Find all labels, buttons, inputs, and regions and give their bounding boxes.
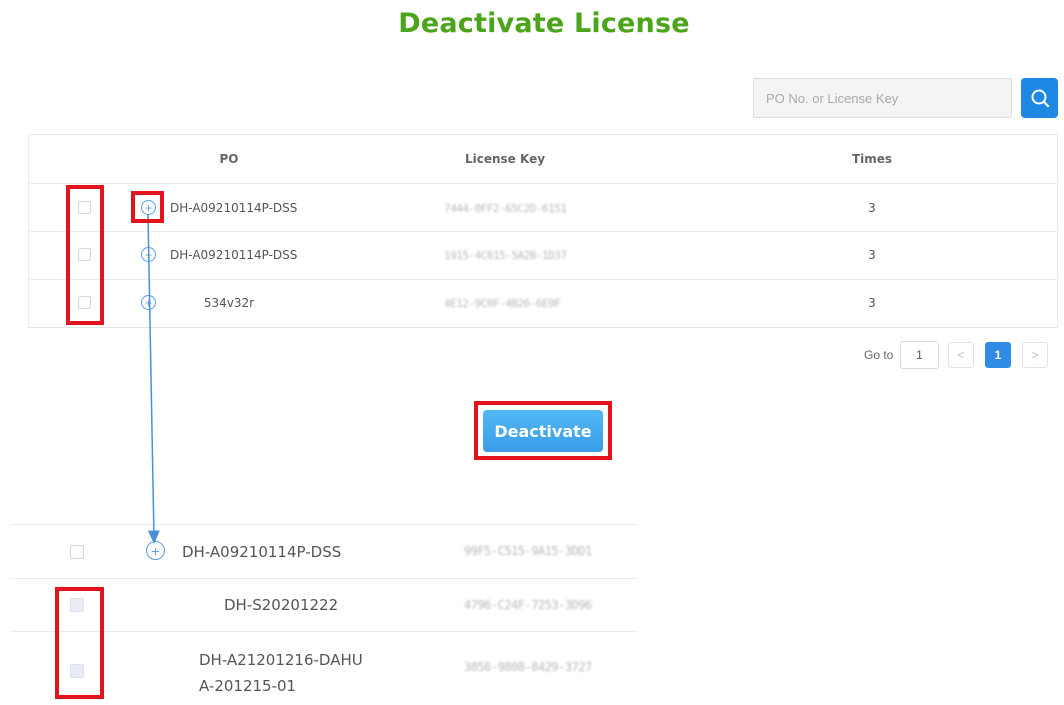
table-cell-times: 3 (868, 296, 876, 310)
goto-page-input[interactable] (900, 341, 939, 369)
highlight-box-deactivate (474, 401, 612, 460)
page-title: Deactivate License (398, 8, 690, 39)
next-page-button[interactable]: > (1022, 342, 1048, 368)
table-divider (28, 183, 1058, 184)
table-cell-license-key: 1915-4C615-5A2B-1D37 (444, 249, 567, 262)
table-cell-times: 3 (868, 248, 876, 262)
table-cell-times: 3 (868, 201, 876, 215)
zoom-cell-po: DH-A21201216-DAHU A-201215-01 (199, 647, 363, 699)
table-cell-license-key: 7444-0FF2-65C2D-6151 (444, 202, 567, 215)
search-input[interactable] (753, 78, 1012, 118)
zoom-cell-license-key: 4796-C24F-7253-3D96 (464, 598, 592, 612)
highlight-box-checkboxes (66, 185, 104, 325)
table-cell-po: DH-A09210114P-DSS (170, 248, 298, 262)
expand-icon[interactable]: + (141, 247, 156, 262)
expand-icon[interactable]: + (146, 541, 165, 560)
search-icon (1031, 89, 1049, 108)
expand-icon[interactable]: + (141, 295, 156, 310)
highlight-box-expand (131, 191, 164, 223)
row-checkbox[interactable] (70, 545, 84, 559)
table-cell-license-key: 4E12-9C0F-4B26-6E9F (444, 297, 561, 310)
table-divider (28, 279, 1058, 280)
column-header-po: PO (219, 152, 239, 166)
page-1-button[interactable]: 1 (985, 342, 1011, 368)
zoom-cell-po: DH-S20201222 (224, 596, 339, 614)
zoom-cell-po: DH-A09210114P-DSS (182, 543, 342, 561)
zoom-cell-po-line1: DH-A21201216-DAHU (199, 651, 363, 669)
zoom-cell-license-key: 3856-9808-8429-3727 (464, 660, 592, 674)
zoom-table-divider (10, 578, 637, 579)
prev-page-button[interactable]: < (948, 342, 974, 368)
table-cell-po: DH-A09210114P-DSS (170, 201, 298, 215)
column-header-times: Times (851, 152, 893, 166)
highlight-box-zoom-checkboxes (55, 587, 104, 699)
zoom-table-divider (10, 524, 637, 525)
table-cell-po: 534v32r (203, 296, 255, 310)
column-header-license-key: License Key (464, 152, 546, 166)
zoom-table-divider (10, 631, 637, 632)
zoom-cell-po-line2: A-201215-01 (199, 677, 297, 695)
zoom-cell-license-key: 99F5-C515-9A15-3DD1 (464, 544, 592, 558)
goto-label: Go to (864, 348, 894, 362)
table-divider (28, 231, 1058, 232)
license-page: Deactivate License PO License Key Times … (0, 0, 1064, 705)
search-button[interactable] (1021, 78, 1058, 118)
